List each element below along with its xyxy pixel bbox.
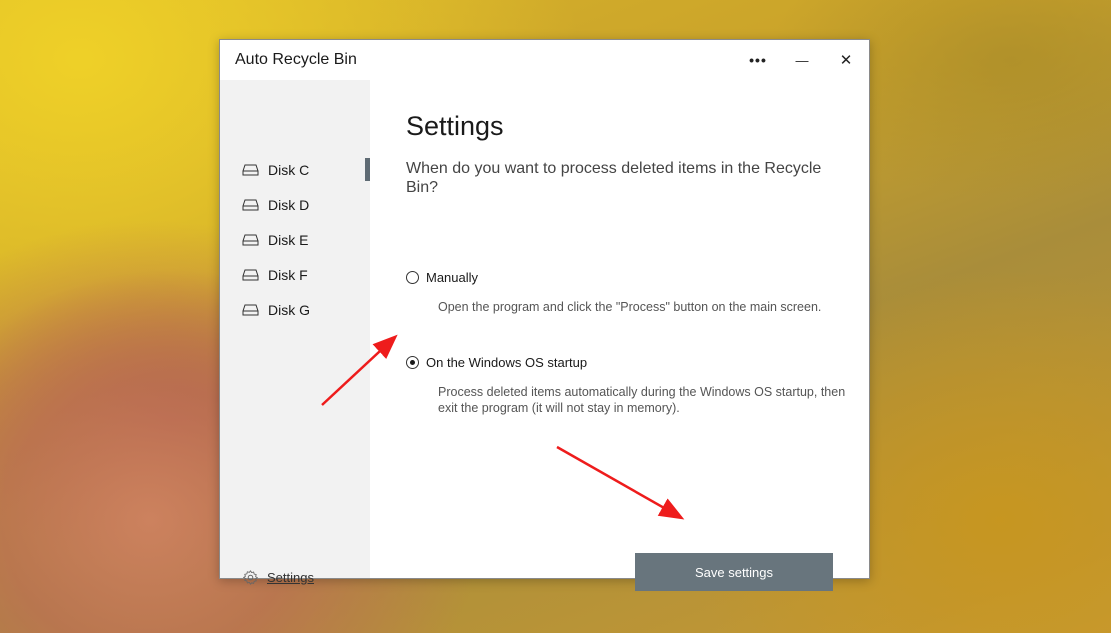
drive-icon: [242, 164, 259, 176]
save-settings-button[interactable]: Save settings: [635, 553, 833, 591]
more-options-button[interactable]: •••: [736, 40, 780, 80]
sidebar-item-disk-g[interactable]: Disk G: [242, 300, 310, 320]
minimize-icon: —: [795, 52, 809, 68]
window-title: Auto Recycle Bin: [235, 51, 357, 68]
sidebar-item-disk-d[interactable]: Disk D: [242, 195, 309, 215]
sidebar-item-disk-c[interactable]: Disk C: [242, 160, 309, 180]
settings-panel: Settings When do you want to process del…: [370, 80, 869, 591]
sidebar-item-label: Disk C: [268, 162, 310, 178]
app-window: Auto Recycle Bin ••• — ✕ Disk C Disk D D…: [219, 39, 870, 591]
option-description: Open the program and click the "Process"…: [438, 300, 822, 314]
page-title: Settings: [406, 111, 504, 141]
sidebar-item-disk-f[interactable]: Disk F: [242, 265, 308, 285]
sidebar-settings-link[interactable]: Settings: [242, 569, 314, 586]
sidebar-item-label: Disk D: [268, 197, 310, 213]
more-icon: •••: [749, 52, 767, 68]
sidebar-item-label: Disk F: [268, 267, 308, 283]
settings-link-label: Settings: [267, 570, 314, 585]
sidebar-item-label: Disk G: [268, 302, 310, 318]
sidebar: Disk C Disk D Disk E Disk F Disk G Setti…: [220, 80, 370, 585]
option-description: Process deleted items automatically duri…: [438, 385, 846, 415]
drive-icon: [242, 304, 259, 316]
sidebar-item-label: Disk E: [268, 232, 309, 248]
minimize-button[interactable]: —: [780, 40, 824, 80]
title-bar: Auto Recycle Bin ••• — ✕: [220, 40, 869, 80]
option-windows-startup[interactable]: On the Windows OS startup: [406, 355, 587, 370]
radio-windows-startup[interactable]: [406, 356, 419, 369]
sidebar-item-disk-e[interactable]: Disk E: [242, 230, 308, 250]
radio-manually[interactable]: [406, 271, 419, 284]
drive-icon: [242, 234, 259, 246]
settings-question: When do you want to process deleted item…: [406, 160, 822, 196]
option-manually[interactable]: Manually: [406, 270, 478, 285]
drive-icon: [242, 199, 259, 211]
drive-icon: [242, 269, 259, 281]
close-icon: ✕: [839, 52, 853, 69]
close-button[interactable]: ✕: [824, 40, 868, 80]
option-label: On the Windows OS startup: [426, 355, 588, 370]
gear-icon: [243, 570, 258, 585]
option-label: Manually: [426, 270, 479, 285]
